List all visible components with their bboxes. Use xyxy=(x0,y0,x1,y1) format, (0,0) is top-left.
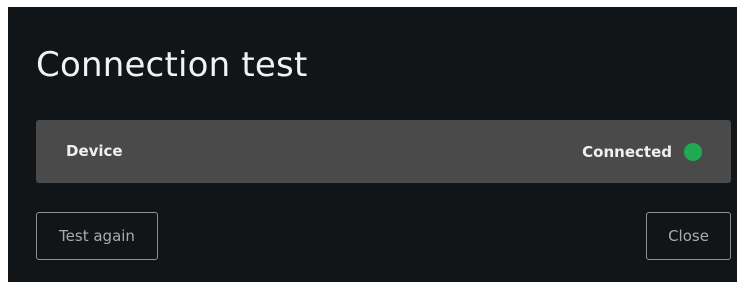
connection-status: Connected xyxy=(582,120,702,183)
status-indicator-icon xyxy=(684,142,702,161)
device-label: Device xyxy=(66,142,123,160)
close-button[interactable]: Close xyxy=(646,212,731,260)
dialog-title: Connection test xyxy=(36,45,308,85)
connection-test-dialog: Connection test Device Connected Test ag… xyxy=(8,7,737,282)
test-again-button[interactable]: Test again xyxy=(36,212,158,260)
device-status-row: Device Connected xyxy=(36,120,731,183)
status-text: Connected xyxy=(582,142,672,161)
